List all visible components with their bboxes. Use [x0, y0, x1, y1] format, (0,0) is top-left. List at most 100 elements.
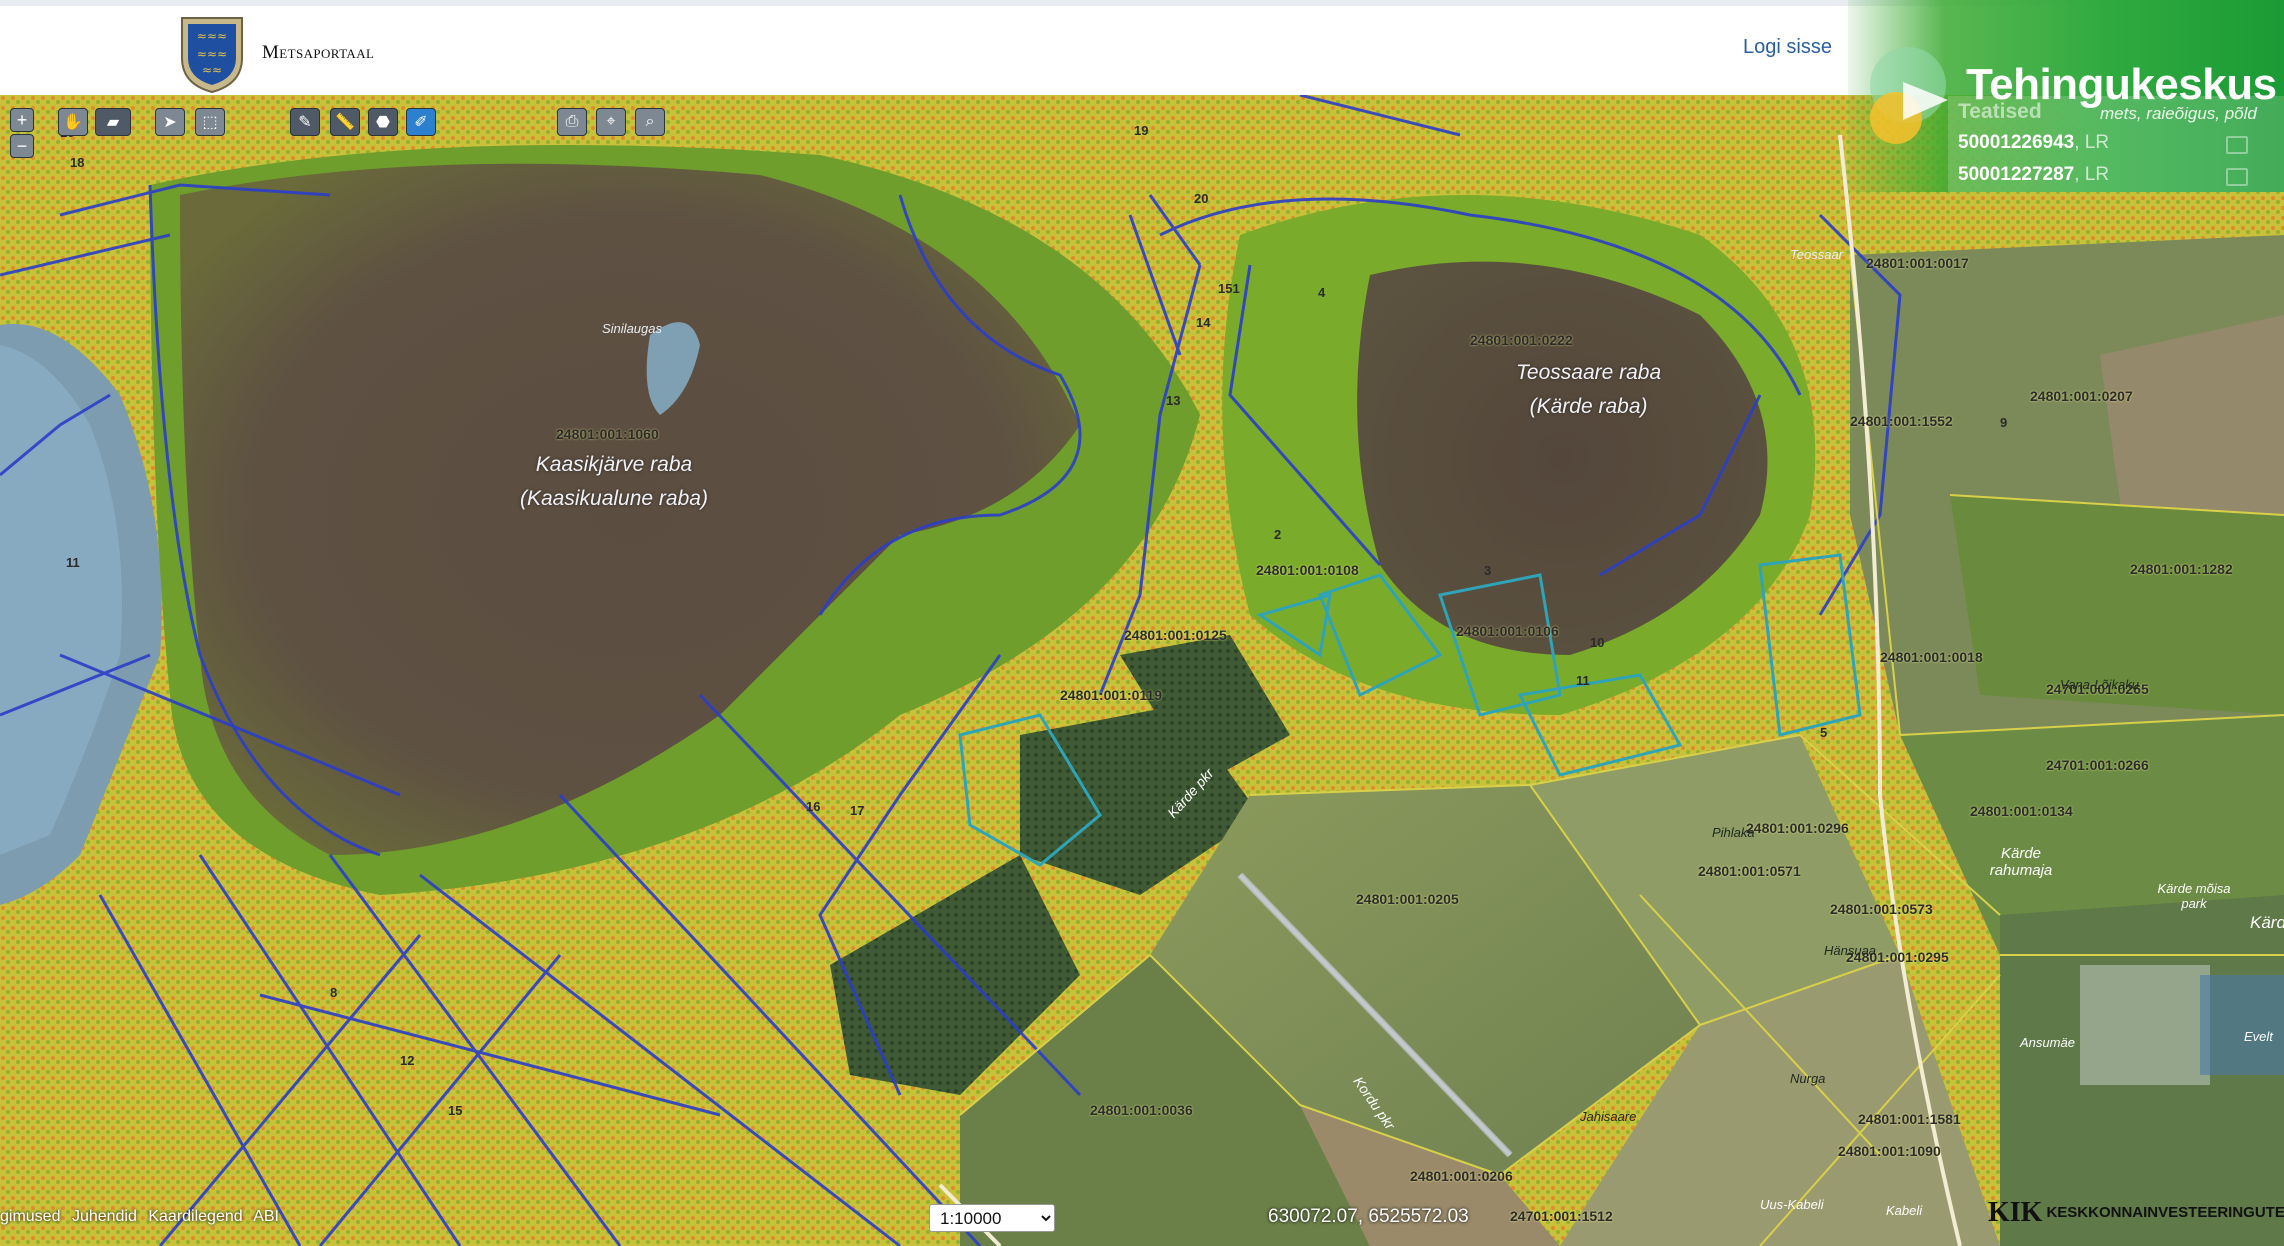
village-label: Evelt	[2244, 1029, 2273, 1044]
svg-text:≈≈: ≈≈	[202, 63, 222, 77]
plot-label: 24701:001:0266	[2046, 757, 2149, 773]
plot-label: 24801:001:0573	[1830, 901, 1933, 917]
notice-suffix: , LR	[2074, 132, 2110, 153]
compartment-number: 11	[1576, 673, 1590, 688]
svg-text:≈≈≈: ≈≈≈	[197, 47, 227, 61]
village-label: Pihlaka	[1712, 825, 1755, 840]
village-label: Teossaar	[1790, 247, 1843, 262]
locate-icon[interactable]: ⌖	[596, 108, 626, 136]
notice-map-icon[interactable]	[2226, 136, 2248, 154]
notices-title: Teatised	[1958, 100, 2042, 123]
compartment-number: 9	[2000, 415, 2008, 430]
compartment-number: 10	[1590, 635, 1605, 650]
plot-label: 24801:001:1552	[1850, 413, 1953, 429]
compartment-number: 2	[1274, 527, 1282, 542]
footer-link-tingimused[interactable]: gimused	[0, 1208, 60, 1225]
footer-links: gimused Juhendid Kaardilegend ABI	[0, 1208, 286, 1226]
compartment-number: 16	[806, 799, 821, 814]
compartment-number: 18	[70, 155, 85, 170]
plot-label: 24801:001:1581	[1858, 1111, 1961, 1127]
plot-label: 24801:001:0222	[1470, 332, 1573, 348]
compartment-number: 8	[330, 985, 338, 1000]
compartment-number: 5	[1820, 725, 1828, 740]
print-icon[interactable]: ⎙	[557, 108, 587, 136]
scale-select[interactable]: 1:10000	[929, 1204, 1055, 1232]
kik-partner-logo[interactable]: KIKKESKKONNAINVESTEERINGUTE KESKUS	[1988, 1197, 2284, 1229]
plot-label: 24801:001:0206	[1410, 1168, 1513, 1184]
village-label: Ansumäe	[2020, 1035, 2075, 1050]
cursor-coordinates: 630072.07, 6525572.03	[1268, 1206, 1469, 1227]
plot-label: 24801:001:0571	[1698, 863, 1801, 879]
bog-label-line2: (Kärde raba)	[1529, 395, 1648, 418]
footer-link-abi[interactable]: ABI	[253, 1208, 279, 1225]
compartment-number: 19	[1134, 123, 1149, 138]
search-icon[interactable]: ⌕	[635, 108, 665, 136]
village-label: Uus-Kabeli	[1760, 1197, 1824, 1212]
notice-suffix: , LR	[2074, 164, 2110, 185]
plot-label: 24801:001:0207	[2030, 388, 2133, 404]
village-label: Kabeli	[1886, 1203, 1923, 1218]
svg-text:≈≈≈: ≈≈≈	[197, 29, 227, 43]
pan-hand-icon[interactable]: ✋	[58, 108, 88, 136]
compartment-number: 17	[850, 803, 865, 818]
village-label: Kärde rahumaja	[1989, 845, 2053, 879]
bog-label-kaasikjarve: Kaasikjärve raba (Kaasikualune raba)	[520, 448, 708, 516]
plot-label: 24801:001:0017	[1866, 255, 1969, 271]
compartment-number: 12	[400, 1053, 415, 1068]
portal-title: Metsaportaal	[262, 42, 375, 63]
estonian-crest-icon: ≈≈≈ ≈≈≈ ≈≈	[181, 17, 243, 94]
bog-label-line1: Kaasikjärve raba	[535, 453, 693, 476]
plot-label: 24801:001:1060	[556, 426, 659, 442]
village-label: Kärd	[2250, 913, 2284, 932]
plot-label: 24801:001:0106	[1456, 623, 1559, 639]
measure-line-icon[interactable]: 📏	[330, 108, 360, 136]
plot-label: 24801:001:0018	[1880, 649, 1983, 665]
select-pointer-icon[interactable]: ➤	[155, 108, 185, 136]
notice-item[interactable]: 50001226943, LR	[1948, 132, 2109, 154]
plot-label: 24801:001:0205	[1356, 891, 1459, 907]
plot-label: 24801:001:1282	[2130, 561, 2233, 577]
notice-id: 50001226943	[1958, 132, 2075, 153]
plot-label: 24801:001:0108	[1256, 562, 1359, 578]
village-label: Vana-Lõikaku	[2060, 677, 2140, 692]
plot-label: 24701:001:1512	[1510, 1208, 1613, 1224]
village-label: Kärde mõisa park	[2157, 881, 2231, 911]
draw-line-icon[interactable]: ✎	[290, 108, 320, 136]
measure-area-icon[interactable]: ⬣	[368, 108, 398, 136]
zoom-in-button[interactable]: +	[10, 108, 34, 132]
village-label: Sinilaugas	[602, 321, 662, 336]
footer-link-kaardilegend[interactable]: Kaardilegend	[148, 1208, 242, 1225]
footer-link-juhendid[interactable]: Juhendid	[72, 1208, 137, 1225]
edit-geometry-icon[interactable]: ✐	[406, 108, 436, 136]
compartment-number: 151	[1218, 281, 1240, 296]
notice-item[interactable]: 50001227287, LR	[1948, 164, 2109, 186]
bog-label-teossaare: Teossaare raba (Kärde raba)	[1516, 356, 1661, 424]
plot-label: 24801:001:0296	[1746, 820, 1849, 836]
zoom-out-button[interactable]: −	[10, 134, 34, 158]
compartment-number: 11	[66, 555, 80, 570]
login-link[interactable]: Logi sisse	[1743, 36, 1832, 59]
notice-map-icon[interactable]	[2226, 168, 2248, 186]
kik-name: KESKKONNAINVESTEERINGUTE KESKUS	[2046, 1203, 2284, 1221]
compartment-number: 3	[1484, 563, 1492, 578]
village-label: Jahisaare	[1580, 1109, 1637, 1124]
compartment-number: 14	[1196, 315, 1211, 330]
compartment-number: 20	[1194, 191, 1209, 206]
compartment-number: 13	[1166, 393, 1181, 408]
village-label: Nurga	[1790, 1071, 1826, 1086]
plot-label: 24801:001:0036	[1090, 1102, 1193, 1118]
bog-label-line2: (Kaasikualune raba)	[520, 487, 708, 510]
bog-label-line1: Teossaare raba	[1516, 361, 1662, 384]
plot-label: 24801:001:0134	[1970, 803, 2073, 819]
zoom-box-icon[interactable]: ▰	[95, 108, 131, 136]
compartment-number: 15	[448, 1103, 463, 1118]
map-canvas[interactable]: Kaasikjärve raba (Kaasikualune raba) Teo…	[0, 95, 2284, 1246]
kik-mark: KIK	[1988, 1197, 2043, 1228]
select-area-icon[interactable]: ⬚	[195, 108, 225, 136]
compartment-number: 4	[1318, 285, 1326, 300]
notices-panel: Teatised 50001226943, LR 50001227287, LR	[1948, 96, 2284, 192]
notice-id: 50001227287	[1958, 164, 2075, 185]
plot-label: 24801:001:0119	[1060, 687, 1162, 703]
plot-label: 24801:001:1090	[1838, 1143, 1941, 1159]
village-label: Hänsuaa	[1824, 943, 1877, 958]
